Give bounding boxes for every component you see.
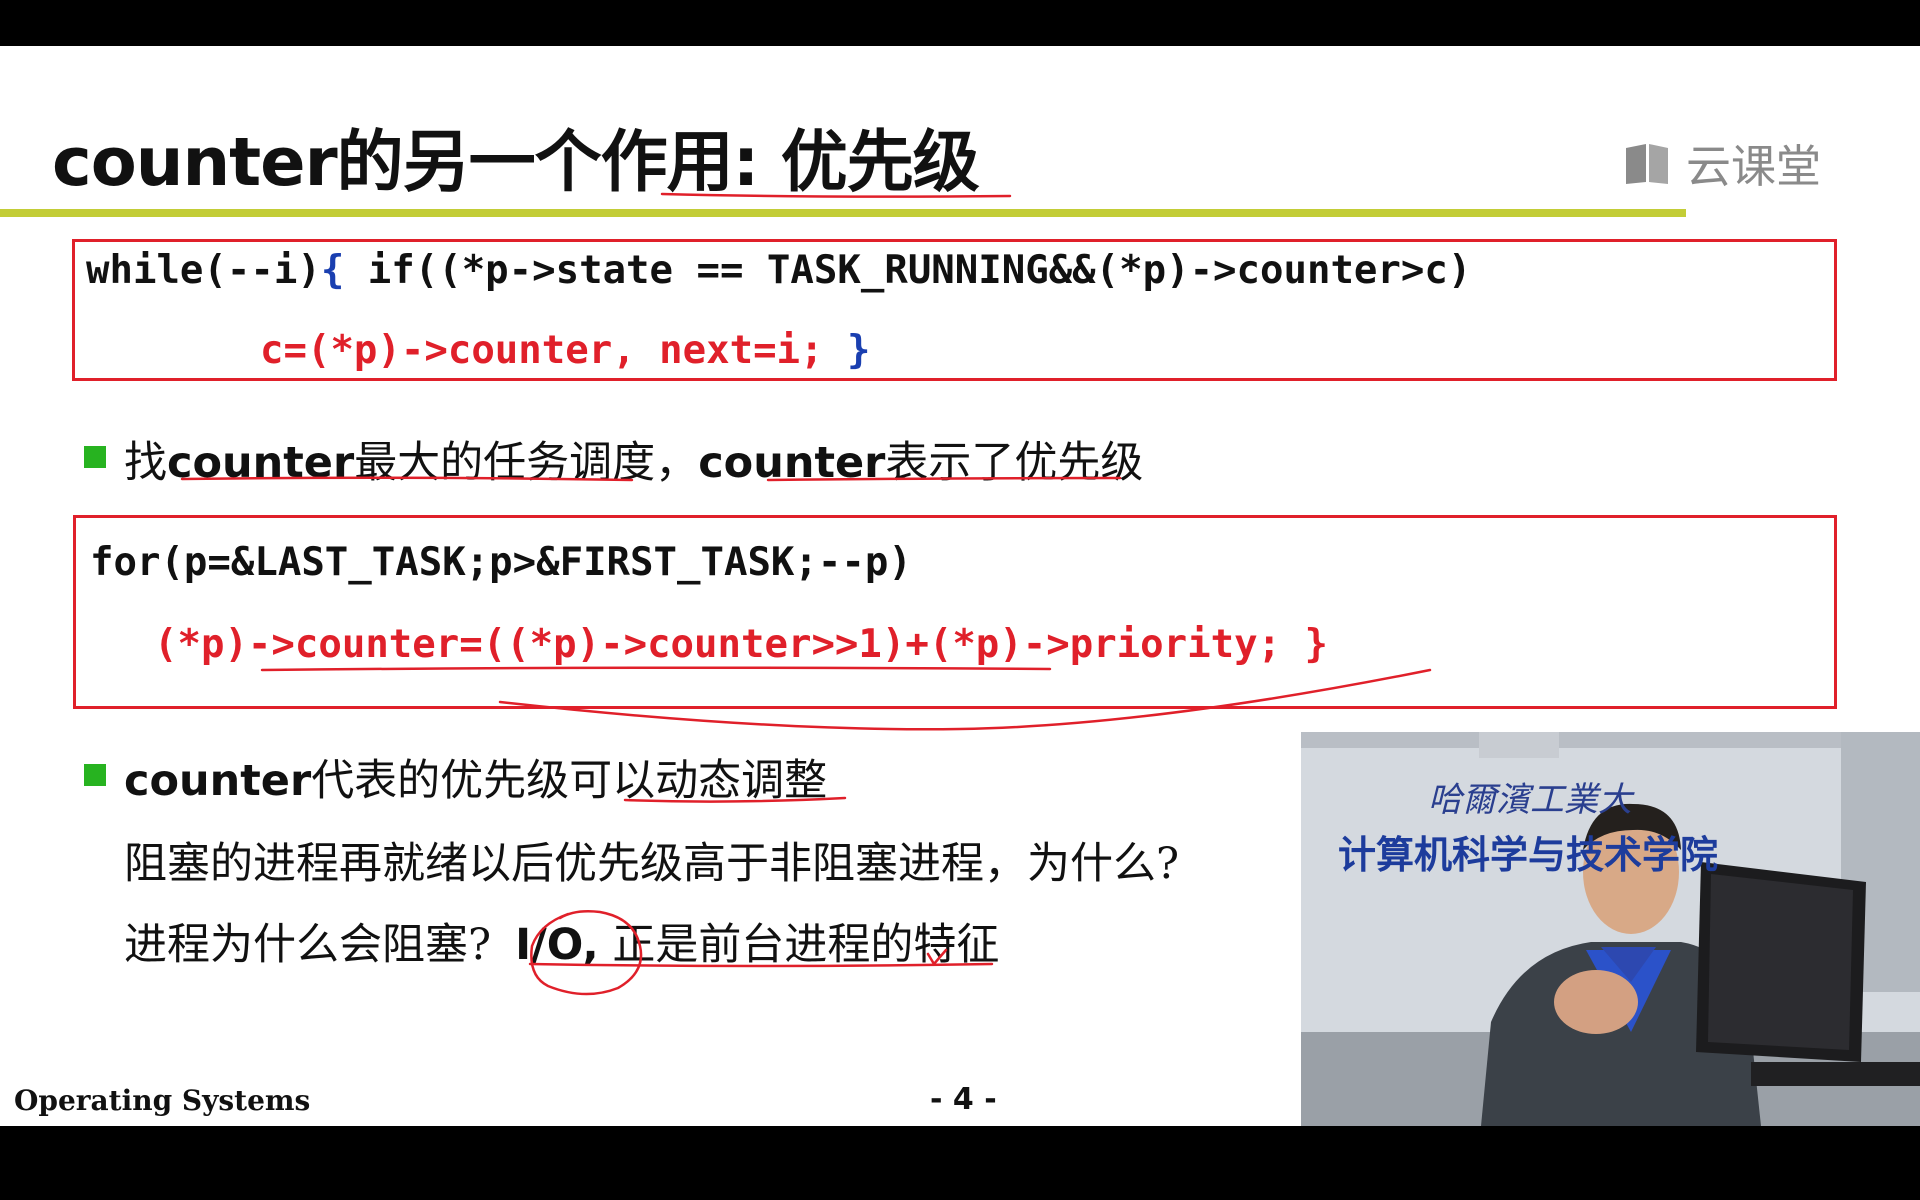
answer-io: 进程为什么会阻塞? I/O, 正是前台进程的特征 — [124, 910, 999, 972]
code-assign: c=(*p)->counter, next=i; — [260, 328, 824, 373]
book-icon — [1626, 143, 1668, 184]
question-blocked-priority: 阻塞的进程再就绪以后优先级高于非阻塞进程，为什么? — [124, 839, 1180, 889]
code-line-while: while(--i){ if((*p->state == TASK_RUNNIN… — [86, 248, 1471, 293]
code-if-cond: if((*p->state == TASK_RUNNING&&(*p)->cou… — [344, 248, 1472, 293]
school-sign: 哈爾濱工業大 — [1428, 780, 1632, 820]
answer-io-keyword: I/O, — [515, 920, 599, 970]
bullet1-keyword-2: counter — [698, 438, 886, 488]
code-line-for: for(p=&LAST_TASK;p>&FIRST_TASK;--p) — [90, 540, 912, 585]
bullet1-part3: 表示了优先级 — [885, 438, 1144, 488]
brand-logo: 云课堂 — [1622, 130, 1821, 195]
code-while-cond: while(--i) — [86, 248, 321, 293]
bullet1-part2: 最大的任务调度， — [354, 438, 699, 488]
code-open-brace: { — [320, 248, 345, 293]
footer-course: Operating Systems — [14, 1084, 311, 1117]
bullet2-keyword: counter — [124, 756, 312, 806]
bullet-marker — [84, 764, 106, 786]
bullet2-text: 代表的优先级可以动态调整 — [311, 756, 828, 806]
bullet1-part1: 找 — [124, 438, 167, 488]
bullet-counter-max: 找counter最大的任务调度，counter表示了优先级 — [124, 428, 1143, 490]
code-line-assign: c=(*p)->counter, next=i; } — [260, 328, 871, 373]
slide-title: counter的另一个作用: 优先级 — [52, 123, 980, 201]
code-line-counter-update: (*p)->counter=((*p)->counter>>1)+(*p)->p… — [154, 622, 1328, 667]
lecturer-video: 哈爾濱工業大 计算机科学与技术学院 — [1301, 732, 1920, 1126]
page-number: - 4 - — [930, 1082, 997, 1117]
brand-name: 云课堂 — [1686, 140, 1822, 193]
bullet-marker — [84, 446, 106, 468]
bullet1-keyword-1: counter — [167, 438, 355, 488]
answer-feature: 正是前台进程的特征 — [598, 920, 1000, 970]
department-sign: 计算机科学与技术学院 — [1338, 833, 1719, 877]
bullet-dynamic-priority: counter代表的优先级可以动态调整 — [124, 746, 827, 808]
code-close-brace: } — [823, 328, 871, 373]
answer-question: 进程为什么会阻塞? — [124, 920, 492, 970]
title-rule — [0, 209, 1686, 217]
